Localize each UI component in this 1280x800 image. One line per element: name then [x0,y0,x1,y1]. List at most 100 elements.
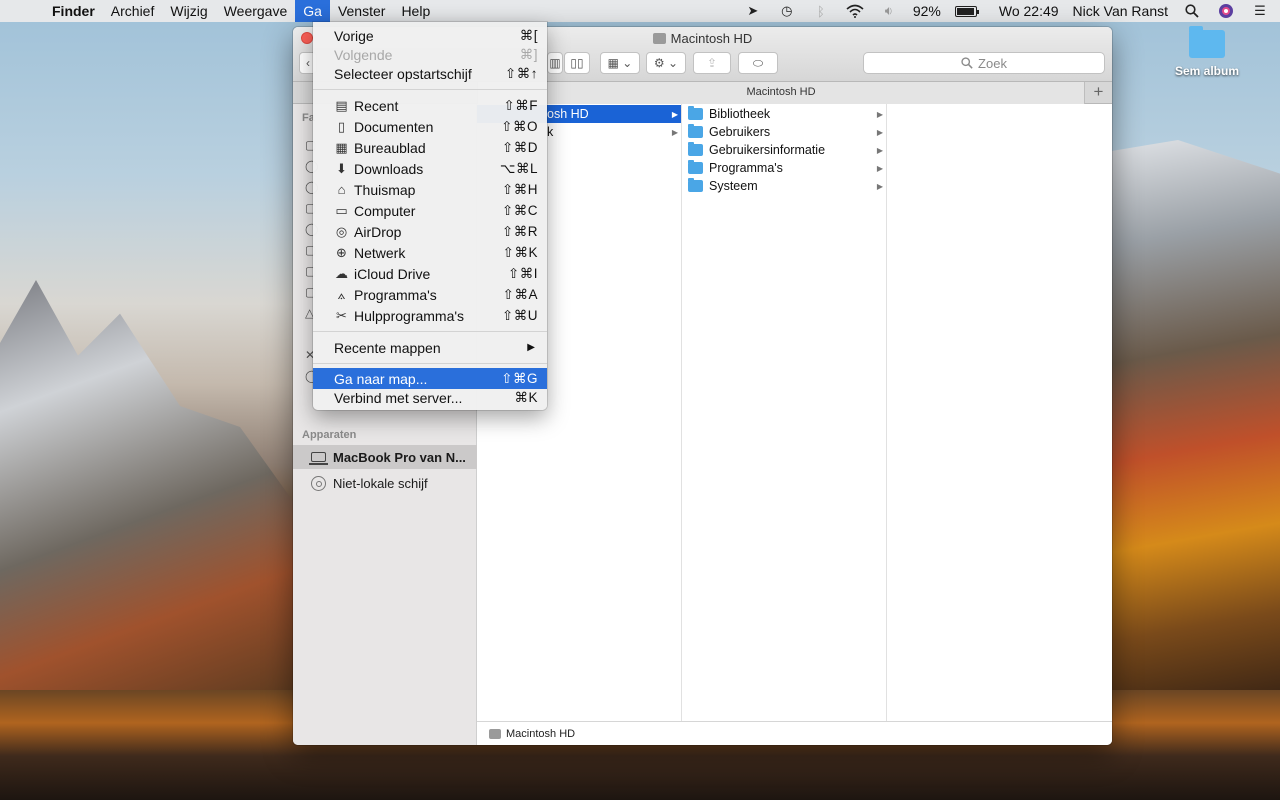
menu-item-netwerk[interactable]: ⊕ Netwerk ⇧⌘K [313,242,547,263]
menu-item-recente-mappen[interactable]: Recente mappen ▶ [313,337,547,358]
bluetooth-icon[interactable]: ᛒ [811,3,831,19]
menu-item-selecteer-opstartschijf[interactable]: Selecteer opstartschijf ⇧⌘↑ [313,63,547,84]
user-name[interactable]: Nick Van Ranst [1073,3,1168,19]
time-machine-icon[interactable]: ◷ [777,3,797,19]
column-row-label: Systeem [709,179,758,193]
menu-item-label: Vorige [334,27,374,44]
column-row-gebruikersinformatie[interactable]: Gebruikersinformatie ▶ [682,141,886,159]
path-bar-item[interactable]: Macintosh HD [506,728,575,740]
network-icon: ⊕ [336,244,347,260]
notification-center-icon[interactable]: ☰ [1250,3,1270,19]
column-view-button[interactable]: ▥ [547,52,563,74]
users-folder-icon [688,124,703,138]
column-row-bibliotheek[interactable]: Bibliotheek ▶ [682,105,886,123]
menu-separator [313,89,547,90]
applications-folder-icon [688,160,703,174]
menu-item-programmas[interactable]: ⟑ Programma's ⇧⌘A [313,284,547,305]
menu-separator [313,331,547,332]
tags-button[interactable]: ⬭ [738,52,778,74]
wifi-icon[interactable] [845,3,865,19]
sidebar-item-macbook[interactable]: MacBook Pro van N... [293,445,477,469]
column-row-label: Gebruikersinformatie [709,143,826,157]
fast-forward-icon[interactable]: ➤ [743,3,763,19]
menu-item-bureaublad[interactable]: ▦ Bureaublad ⇧⌘D [313,137,547,158]
recent-icon: ▤ [335,97,348,113]
column-row-systeem[interactable]: Systeem ▶ [682,177,886,195]
battery-fill [956,7,974,15]
hard-disk-icon [489,728,501,739]
menu-item-label: Recent [354,97,399,114]
menu-item-label: Verbind met server... [334,389,463,406]
menu-finder[interactable]: Finder [44,0,103,22]
menu-separator [313,363,547,364]
menu-archief[interactable]: Archief [103,0,163,22]
menu-ga[interactable]: Ga [295,0,330,22]
menu-item-label: iCloud Drive [354,265,431,282]
system-folder-icon [688,178,703,192]
wallpaper-mountain-left [0,280,300,700]
menu-help[interactable]: Help [393,0,438,22]
menu-item-hulpprogrammas[interactable]: ✂ Hulpprogramma's ⇧⌘U [313,305,547,326]
menu-item-label: Documenten [354,118,434,135]
menu-item-recent[interactable]: ▤ Recent ⇧⌘F [313,95,547,116]
sidebar-item-label: MacBook Pro van N... [333,449,466,465]
spotlight-search-icon[interactable] [1182,3,1202,19]
siri-icon[interactable] [1216,3,1236,19]
menu-item-shortcut: ⌥⌘L [499,160,538,176]
column-row-label: Gebruikers [709,125,771,139]
gear-icon: ⚙ ⌄ [653,56,679,70]
column-row-label: k [547,125,554,139]
tag-icon: ⬭ [752,55,764,70]
menu-item-shortcut: ⇧⌘O [501,118,538,134]
menu-item-label: Thuismap [354,181,416,198]
menu-item-shortcut: ⇧⌘↑ [504,65,538,81]
volume-icon[interactable]: 🔉︎ [879,3,899,19]
menu-wijzig[interactable]: Wijzig [162,0,215,22]
menu-item-documenten[interactable]: ▯ Documenten ⇧⌘O [313,116,547,137]
menu-item-label: Ga naar map... [334,370,428,387]
library-folder-icon [688,106,703,120]
menu-item-ga-naar-map[interactable]: Ga naar map... ⇧⌘G [313,368,547,389]
browser-column-2: Bibliotheek ▶ Gebruikers ▶ Gebruikersinf… [682,104,887,721]
menu-item-label: Bureaublad [354,139,426,156]
column-row-programmas[interactable]: Programma's ▶ [682,159,886,177]
home-icon: ⌂ [337,182,346,197]
search-placeholder: Zoek [978,55,1007,71]
menu-item-shortcut: ⌘] [519,46,538,62]
menu-item-shortcut: ⇧⌘H [501,181,538,197]
chevron-right-icon: ▶ [876,145,883,155]
menu-item-icloud-drive[interactable]: ☁ iCloud Drive ⇧⌘I [313,263,547,284]
menu-item-downloads[interactable]: ⬇ Downloads ⌥⌘L [313,158,547,179]
desktop-folder[interactable]: Sem album [1172,26,1242,78]
battery-icon[interactable] [954,5,979,17]
menu-item-volgende[interactable]: Volgende ⌘] [313,44,547,65]
menu-item-shortcut: ⇧⌘F [503,97,538,113]
menu-venster[interactable]: Venster [330,0,393,22]
menu-weergave[interactable]: Weergave [216,0,296,22]
arrange-grid-icon: ▦ ⌄ [607,56,633,70]
search-icon [961,57,973,69]
menu-item-thuismap[interactable]: ⌂ Thuismap ⇧⌘H [313,179,547,200]
column-row-label: Programma's [709,161,783,175]
status-area: ➤ ◷ ᛒ 🔉︎ 92% Wo 22:49 Nick Van Ranst ☰ [743,3,1280,19]
share-button[interactable]: ⇪ [693,52,731,74]
column-row-gebruikers[interactable]: Gebruikers ▶ [682,123,886,141]
battery-percent: 92% [912,3,941,19]
sidebar-item-remote-disc[interactable]: Niet-lokale schijf [293,471,477,495]
menu-item-label: Selecteer opstartschijf [334,65,472,82]
arrange-button[interactable]: ▦ ⌄ [600,52,640,74]
new-tab-button[interactable]: + [1084,82,1112,104]
menu-item-shortcut: ⌘[ [519,27,538,43]
clock[interactable]: Wo 22:49 [999,3,1059,19]
menu-item-computer[interactable]: ▭ Computer ⇧⌘C [313,200,547,221]
menu-item-vorige[interactable]: Vorige ⌘[ [313,25,547,46]
menu-item-airdrop[interactable]: ◎ AirDrop ⇧⌘R [313,221,547,242]
chevron-right-icon: ▶ [876,109,883,119]
action-button[interactable]: ⚙ ⌄ [646,52,686,74]
tab-macintosh-hd[interactable]: Macintosh HD [477,82,1084,104]
search-field[interactable]: Zoek [863,52,1105,74]
menu-item-verbind-met-server[interactable]: Verbind met server... ⌘K [313,387,547,408]
coverflow-view-button[interactable]: ▯▯ [564,52,590,74]
laptop-icon [309,452,328,465]
sidebar-heading-devices: Apparaten [302,429,357,441]
